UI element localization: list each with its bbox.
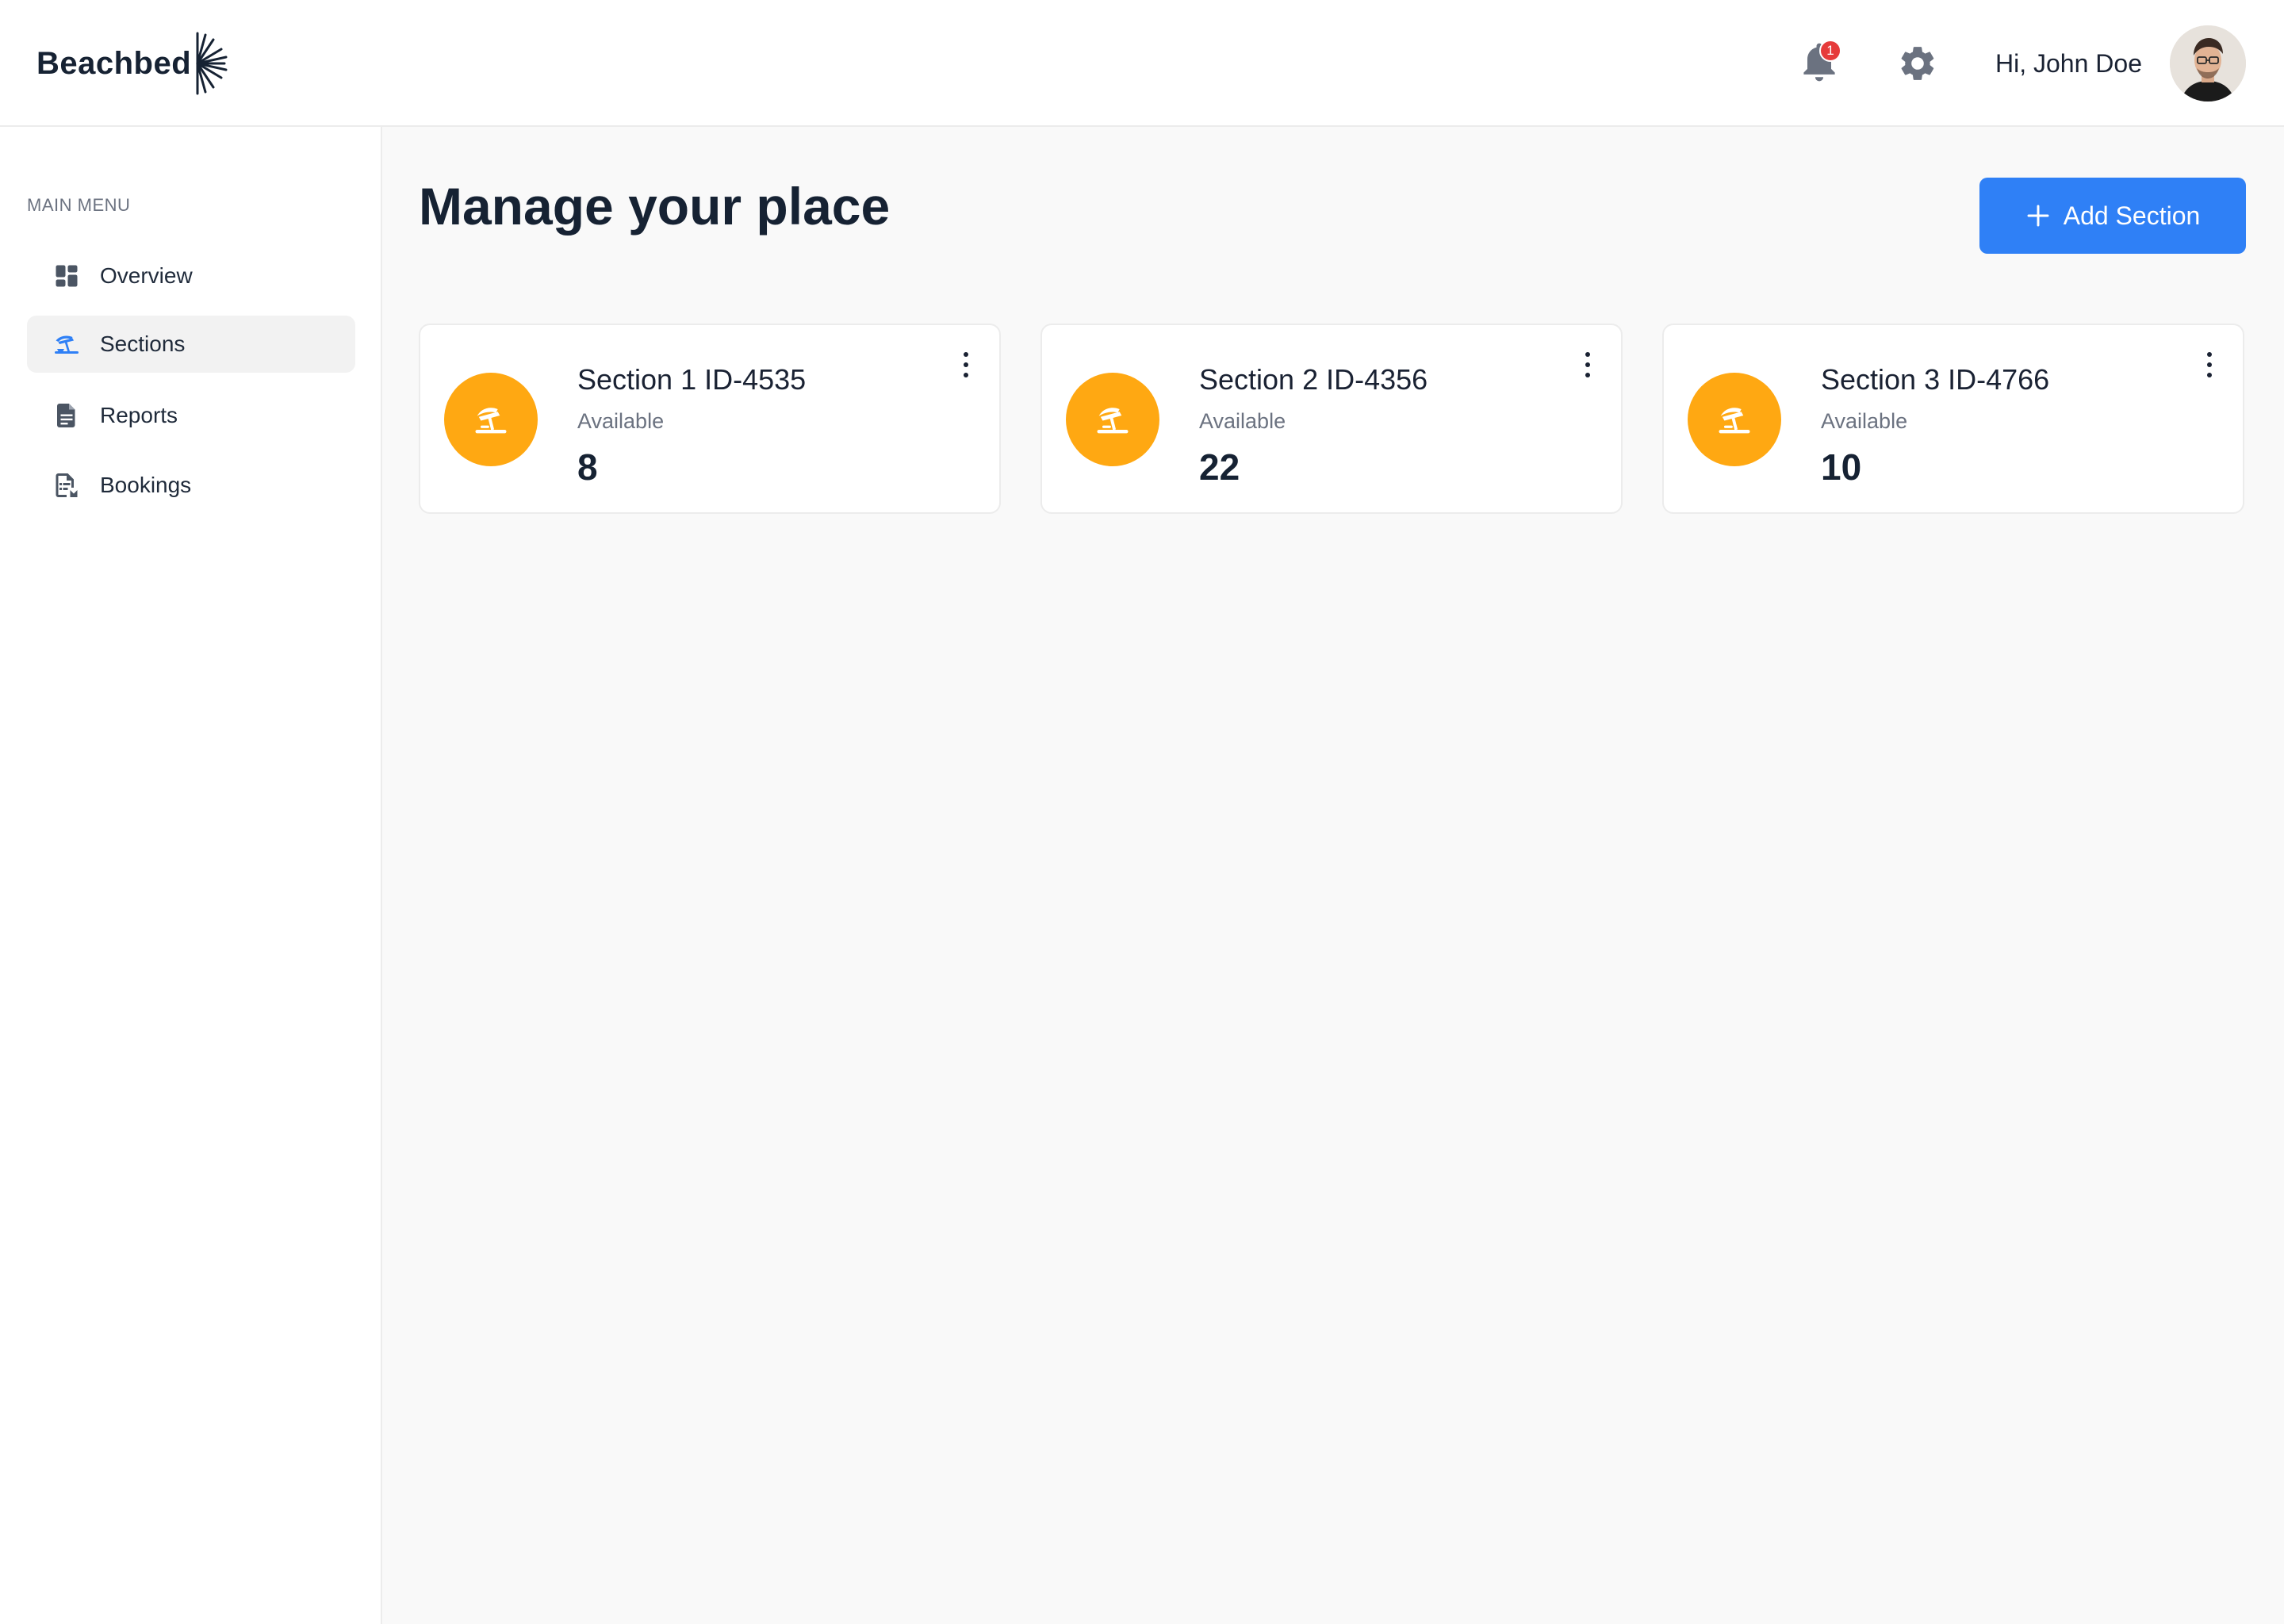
card-title: Section 2 ID-4356 — [1199, 363, 1428, 396]
card-subtitle: Available — [577, 409, 665, 433]
avatar[interactable] — [2170, 25, 2246, 102]
sidebar-item-bookings[interactable]: Bookings — [27, 457, 355, 514]
booking-list-icon — [56, 473, 78, 497]
card-title: Section 3 ID-4766 — [1821, 363, 2050, 396]
top-bar: Beachbed 1 Hi, John Doe — [0, 0, 2284, 127]
plus-icon — [2027, 205, 2049, 227]
brand-name: Beachbed — [36, 45, 192, 81]
card-icon-circle — [444, 373, 538, 466]
card-count: 22 — [1199, 446, 1240, 488]
sidebar-item-label: Bookings — [100, 473, 192, 497]
sidebar: MAIN MENU Overview Sections Reports Book… — [0, 127, 382, 1624]
dashboard-icon — [56, 265, 78, 287]
sunburst-icon — [196, 32, 228, 95]
card-icon-circle — [1688, 373, 1781, 466]
more-options-icon[interactable] — [2200, 349, 2219, 381]
add-section-label: Add Section — [2063, 201, 2201, 230]
card-title: Section 1 ID-4535 — [577, 363, 807, 396]
sidebar-item-label: Reports — [100, 403, 178, 427]
section-card[interactable]: Section 3 ID-4766 Available 10 — [1662, 324, 2244, 514]
beach-umbrella-icon — [55, 335, 79, 354]
settings-gear-icon[interactable] — [1897, 43, 1938, 84]
document-icon — [57, 404, 75, 427]
add-section-button[interactable]: Add Section — [1979, 178, 2246, 254]
card-count: 8 — [577, 446, 598, 488]
sidebar-item-overview[interactable]: Overview — [27, 247, 355, 304]
user-greeting[interactable]: Hi, John Doe — [1995, 46, 2142, 81]
brand-logo[interactable]: Beachbed — [36, 30, 229, 97]
section-card[interactable]: Section 1 ID-4535 Available 8 — [419, 324, 1001, 514]
sidebar-item-label: Overview — [100, 263, 193, 288]
notification-badge: 1 — [1819, 40, 1841, 62]
more-options-icon[interactable] — [956, 349, 975, 381]
beach-umbrella-icon — [1097, 408, 1129, 434]
user-avatar-icon — [2170, 25, 2246, 102]
beach-umbrella-icon — [1719, 408, 1750, 434]
main-menu-title: MAIN MENU — [27, 195, 131, 215]
section-card[interactable]: Section 2 ID-4356 Available 22 — [1040, 324, 1623, 514]
card-subtitle: Available — [1821, 409, 1908, 433]
page-title: Manage your place — [419, 177, 891, 236]
more-options-icon[interactable] — [1578, 349, 1597, 381]
card-subtitle: Available — [1199, 409, 1286, 433]
beach-umbrella-icon — [475, 408, 507, 434]
sidebar-item-sections[interactable]: Sections — [27, 316, 355, 373]
sidebar-item-label: Sections — [100, 331, 186, 356]
sidebar-item-reports[interactable]: Reports — [27, 387, 355, 444]
card-icon-circle — [1066, 373, 1159, 466]
card-count: 10 — [1821, 446, 1862, 488]
